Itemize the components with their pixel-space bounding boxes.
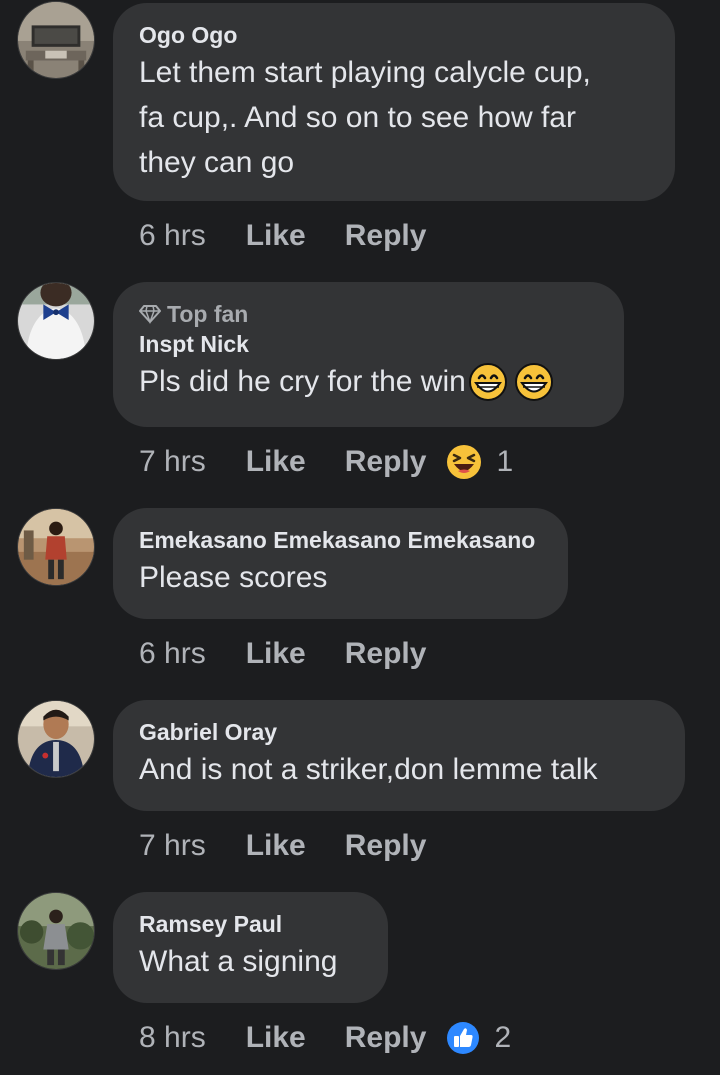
avatar-photo-icon — [18, 2, 94, 78]
comment-author[interactable]: Inspt Nick — [139, 329, 598, 359]
top-fan-label: Top fan — [167, 301, 249, 327]
avatar[interactable] — [17, 1, 95, 79]
comment-author[interactable]: Ramsey Paul — [139, 909, 362, 939]
avatar[interactable] — [17, 508, 95, 586]
comment-text-content: Pls did he cry for the win — [139, 365, 466, 398]
avatar[interactable] — [17, 700, 95, 778]
avatar-photo-icon — [18, 283, 94, 359]
comment-timestamp[interactable]: 8 hrs — [139, 1021, 206, 1055]
like-button[interactable]: Like — [246, 637, 306, 671]
comment-bubble: Emekasano Emekasano Emekasano Please sco… — [113, 508, 568, 619]
comment-author[interactable]: Ogo Ogo — [139, 20, 649, 50]
avatar[interactable] — [17, 892, 95, 970]
comment-text-line: they can go — [139, 146, 295, 179]
avatar-photo-icon — [18, 701, 94, 777]
comment-actions: 6 hrs Like Reply — [139, 216, 426, 256]
like-button[interactable]: Like — [246, 1021, 306, 1055]
comment-author[interactable]: Gabriel Oray — [139, 717, 659, 747]
grinning-face-icon — [468, 362, 507, 401]
avatar[interactable] — [17, 282, 95, 360]
comments-feed: Ogo Ogo Let them start playing calycle c… — [0, 0, 720, 1075]
avatar-photo-icon — [18, 893, 94, 969]
reply-button[interactable]: Reply — [345, 445, 427, 479]
reaction-count: 1 — [496, 445, 514, 478]
comment-timestamp[interactable]: 6 hrs — [139, 219, 206, 253]
like-button[interactable]: Like — [246, 445, 306, 479]
thumbs-up-icon — [447, 1022, 480, 1054]
comment-bubble: Top fan Inspt Nick Pls did he cry for th… — [113, 282, 624, 427]
reaction-count: 2 — [494, 1021, 512, 1054]
grinning-face-icon — [514, 362, 553, 401]
comment-text: Pls did he cry for the win — [139, 359, 598, 404]
reply-button[interactable]: Reply — [345, 219, 427, 253]
comment-timestamp[interactable]: 7 hrs — [139, 829, 206, 863]
comment-actions: 7 hrs Like Reply — [139, 826, 426, 866]
comment-author[interactable]: Emekasano Emekasano Emekasano — [139, 525, 542, 555]
comment-text: What a signing — [139, 945, 338, 978]
comment-text: Please scores — [139, 561, 328, 594]
comment-actions: 8 hrs Like Reply 2 — [139, 1018, 511, 1058]
laughing-face-icon — [447, 445, 482, 479]
comment-actions: 6 hrs Like Reply — [139, 634, 426, 674]
comment-actions: 7 hrs Like Reply 1 — [139, 442, 513, 482]
comment-timestamp[interactable]: 6 hrs — [139, 637, 206, 671]
comment-bubble: Gabriel Oray And is not a striker,don le… — [113, 700, 685, 811]
reply-button[interactable]: Reply — [345, 1021, 427, 1055]
avatar-photo-icon — [18, 509, 94, 585]
diamond-icon — [139, 305, 161, 324]
comment-bubble: Ogo Ogo Let them start playing calycle c… — [113, 3, 675, 201]
like-button[interactable]: Like — [246, 829, 306, 863]
reply-button[interactable]: Reply — [345, 829, 427, 863]
comment-timestamp[interactable]: 7 hrs — [139, 445, 206, 479]
comment-bubble: Ramsey Paul What a signing — [113, 892, 388, 1003]
comment-text: And is not a striker,don lemme talk — [139, 753, 598, 786]
top-fan-badge: Top fan — [139, 299, 598, 329]
comment-text-line: Let them start playing calycle cup, — [139, 56, 591, 89]
reaction-summary[interactable]: 2 — [446, 1021, 511, 1055]
reaction-summary[interactable]: 1 — [446, 444, 513, 480]
reply-button[interactable]: Reply — [345, 637, 427, 671]
comment-text-line: fa cup,. And so on to see how far — [139, 101, 576, 134]
like-button[interactable]: Like — [246, 219, 306, 253]
